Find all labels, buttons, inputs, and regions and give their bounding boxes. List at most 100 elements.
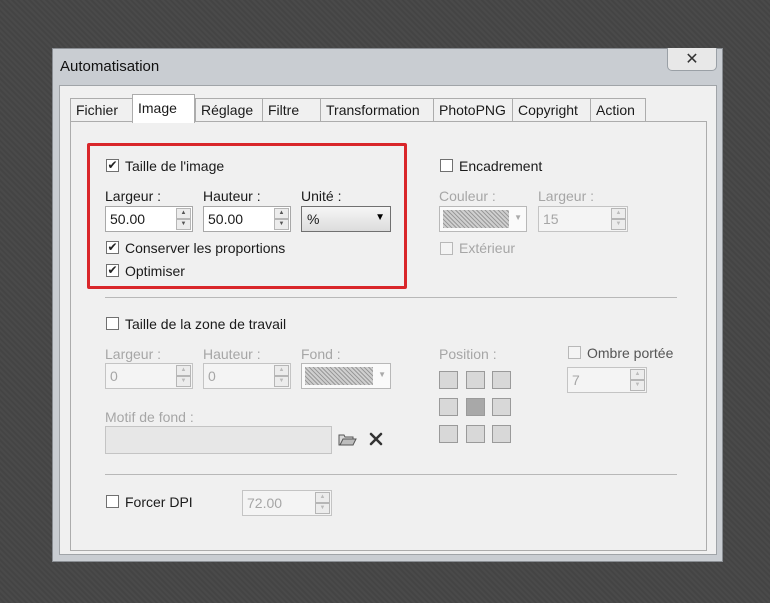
force-dpi-label: Forcer DPI xyxy=(125,494,193,510)
chevron-down-icon: ▼ xyxy=(375,212,385,223)
tab-label: Transformation xyxy=(326,102,420,118)
dpi-stepper[interactable]: 72.00 ▲ ▼ xyxy=(242,490,332,516)
chevron-down-icon: ▼ xyxy=(378,370,386,379)
decrement-button[interactable]: ▼ xyxy=(274,376,289,387)
frame-checkbox[interactable] xyxy=(440,159,453,172)
decrement-button[interactable]: ▼ xyxy=(176,219,191,230)
dialog-client-area: Fichier Image Réglage Filtre Transformat… xyxy=(59,85,717,555)
delete-x-icon[interactable] xyxy=(367,430,385,448)
color-swatch xyxy=(443,210,509,228)
increment-button[interactable]: ▲ xyxy=(630,369,645,380)
decrement-button[interactable]: ▼ xyxy=(630,380,645,391)
image-height-value: 50.00 xyxy=(208,211,244,227)
increment-button[interactable]: ▲ xyxy=(315,492,330,503)
image-width-stepper[interactable]: 50.00 ▲ ▼ xyxy=(105,206,193,232)
frame-color-label: Couleur : xyxy=(439,188,496,204)
force-dpi-checkbox[interactable] xyxy=(106,495,119,508)
image-height-stepper[interactable]: 50.00 ▲ ▼ xyxy=(203,206,291,232)
unit-label: Unité : xyxy=(301,188,342,204)
stepper-arrows: ▲ ▼ xyxy=(176,208,191,230)
shadow-checkbox[interactable] xyxy=(568,346,581,359)
decrement-button[interactable]: ▼ xyxy=(315,503,330,514)
position-top-right[interactable] xyxy=(492,371,511,389)
dpi-value: 72.00 xyxy=(247,495,283,511)
window-title: Automatisation xyxy=(60,58,160,75)
tab-action[interactable]: Action xyxy=(590,98,646,122)
frame-width-value: 15 xyxy=(543,211,559,227)
tab-label: Réglage xyxy=(201,102,254,118)
frame-width-label: Largeur : xyxy=(538,188,595,204)
close-button[interactable]: ✕ xyxy=(667,48,717,71)
stepper-arrows: ▲ ▼ xyxy=(274,208,289,230)
stepper-arrows: ▲ ▼ xyxy=(176,365,191,387)
keep-proportions-checkbox[interactable]: ✔ xyxy=(106,241,119,254)
keep-proportions-label: Conserver les proportions xyxy=(125,240,286,256)
background-color-picker[interactable]: ▼ xyxy=(301,363,391,389)
optimize-checkbox[interactable]: ✔ xyxy=(106,264,119,277)
position-top-center[interactable] xyxy=(466,371,485,389)
decrement-button[interactable]: ▼ xyxy=(176,376,191,387)
folder-open-icon[interactable] xyxy=(337,430,357,448)
tab-photopng[interactable]: PhotoPNG xyxy=(433,98,513,122)
canvas-height-stepper[interactable]: 0 ▲ ▼ xyxy=(203,363,291,389)
frame-color-picker[interactable]: ▼ xyxy=(439,206,527,232)
image-size-checkbox[interactable]: ✔ xyxy=(106,159,119,172)
increment-button[interactable]: ▲ xyxy=(611,208,626,219)
image-width-label: Largeur : xyxy=(105,188,162,204)
canvas-size-checkbox[interactable] xyxy=(106,317,119,330)
frame-width-stepper[interactable]: 15 ▲ ▼ xyxy=(538,206,628,232)
title-bar: Automatisation ✕ xyxy=(53,48,722,85)
optimize-label: Optimiser xyxy=(125,263,185,279)
increment-button[interactable]: ▲ xyxy=(176,208,191,219)
shadow-stepper[interactable]: 7 ▲ ▼ xyxy=(567,367,647,393)
decrement-button[interactable]: ▼ xyxy=(611,219,626,230)
stepper-arrows: ▲ ▼ xyxy=(274,365,289,387)
tab-reglage[interactable]: Réglage xyxy=(195,98,263,122)
position-middle-right[interactable] xyxy=(492,398,511,416)
decrement-button[interactable]: ▼ xyxy=(274,219,289,230)
canvas-width-stepper[interactable]: 0 ▲ ▼ xyxy=(105,363,193,389)
canvas-height-value: 0 xyxy=(208,368,216,384)
position-top-left[interactable] xyxy=(439,371,458,389)
chevron-down-icon: ▼ xyxy=(514,213,522,222)
pattern-field[interactable] xyxy=(105,426,332,454)
increment-button[interactable]: ▲ xyxy=(274,208,289,219)
tab-copyright[interactable]: Copyright xyxy=(512,98,591,122)
section-divider xyxy=(105,474,677,475)
canvas-width-value: 0 xyxy=(110,368,118,384)
tab-fichier[interactable]: Fichier xyxy=(70,98,133,122)
outside-checkbox[interactable] xyxy=(440,242,453,255)
position-center[interactable] xyxy=(466,398,485,416)
increment-button[interactable]: ▲ xyxy=(274,365,289,376)
position-label: Position : xyxy=(439,346,497,362)
pattern-label: Motif de fond : xyxy=(105,409,194,425)
stepper-arrows: ▲ ▼ xyxy=(630,369,645,391)
image-size-label: Taille de l'image xyxy=(125,158,225,174)
tab-label: Fichier xyxy=(76,102,119,118)
tab-label: PhotoPNG xyxy=(439,102,506,118)
stepper-arrows: ▲ ▼ xyxy=(315,492,330,514)
increment-button[interactable]: ▲ xyxy=(176,365,191,376)
tab-label: Copyright xyxy=(518,102,578,118)
frame-label: Encadrement xyxy=(459,158,543,174)
image-height-label: Hauteur : xyxy=(203,188,261,204)
position-bottom-right[interactable] xyxy=(492,425,511,443)
section-divider xyxy=(105,297,677,298)
stepper-arrows: ▲ ▼ xyxy=(611,208,626,230)
shadow-value: 7 xyxy=(572,372,580,388)
image-width-value: 50.00 xyxy=(110,211,146,227)
position-bottom-left[interactable] xyxy=(439,425,458,443)
canvas-size-label: Taille de la zone de travail xyxy=(125,316,287,332)
tab-image[interactable]: Image xyxy=(132,94,195,123)
canvas-height-label: Hauteur : xyxy=(203,346,261,362)
tab-filtre[interactable]: Filtre xyxy=(262,98,321,122)
unit-value: % xyxy=(307,211,320,227)
unit-select[interactable]: % ▼ xyxy=(301,206,391,232)
tab-label: Filtre xyxy=(268,102,300,118)
image-tab-panel: ✔ Taille de l'image Largeur : Hauteur : … xyxy=(70,121,707,551)
tab-transformation[interactable]: Transformation xyxy=(320,98,434,122)
position-middle-left[interactable] xyxy=(439,398,458,416)
tab-label: Action xyxy=(596,102,635,118)
color-swatch xyxy=(305,367,373,385)
position-bottom-center[interactable] xyxy=(466,425,485,443)
